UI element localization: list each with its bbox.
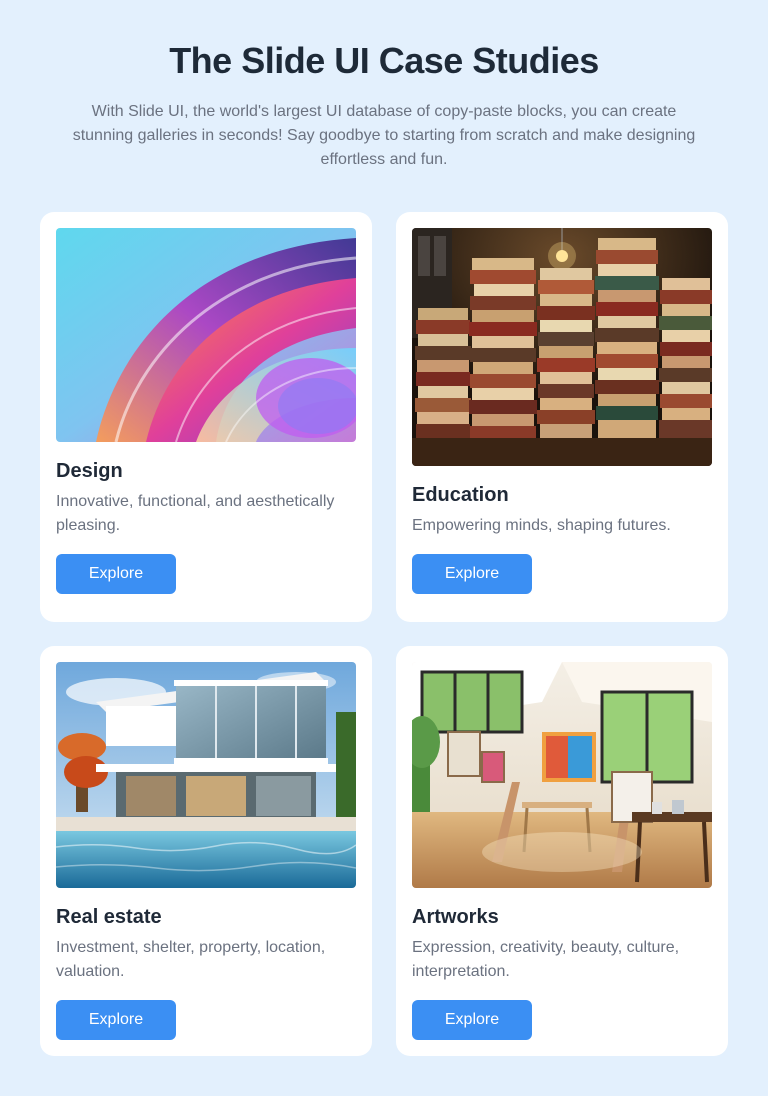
card-title: Design (56, 460, 123, 482)
artworks-image (412, 662, 712, 888)
card-title: Real estate (56, 906, 162, 928)
explore-button-design[interactable]: Explore (56, 554, 176, 594)
case-study-card-design: Design Innovative, functional, and aesth… (40, 212, 372, 622)
card-description: Empowering minds, shaping futures. (412, 517, 671, 534)
explore-button-real-estate[interactable]: Explore (56, 1000, 176, 1040)
card-description: Innovative, functional, and aestheticall… (56, 493, 335, 534)
case-study-card-real-estate: Real estate Investment, shelter, propert… (40, 646, 372, 1056)
explore-button-education[interactable]: Explore (412, 554, 532, 594)
card-description: Investment, shelter, property, location,… (56, 939, 326, 980)
page-subtitle: With Slide UI, the world's largest UI da… (72, 103, 696, 168)
case-study-card-education: Education Empowering minds, shaping futu… (396, 212, 728, 622)
card-description: Expression, creativity, beauty, culture,… (412, 939, 680, 980)
card-title: Artworks (412, 906, 499, 928)
card-title: Education (412, 484, 509, 506)
design-image (56, 228, 356, 442)
real-estate-image (56, 662, 356, 888)
page-title: The Slide UI Case Studies (169, 40, 599, 81)
education-image (412, 228, 712, 466)
explore-button-artworks[interactable]: Explore (412, 1000, 532, 1040)
case-study-card-artworks: Artworks Expression, creativity, beauty,… (396, 646, 728, 1056)
